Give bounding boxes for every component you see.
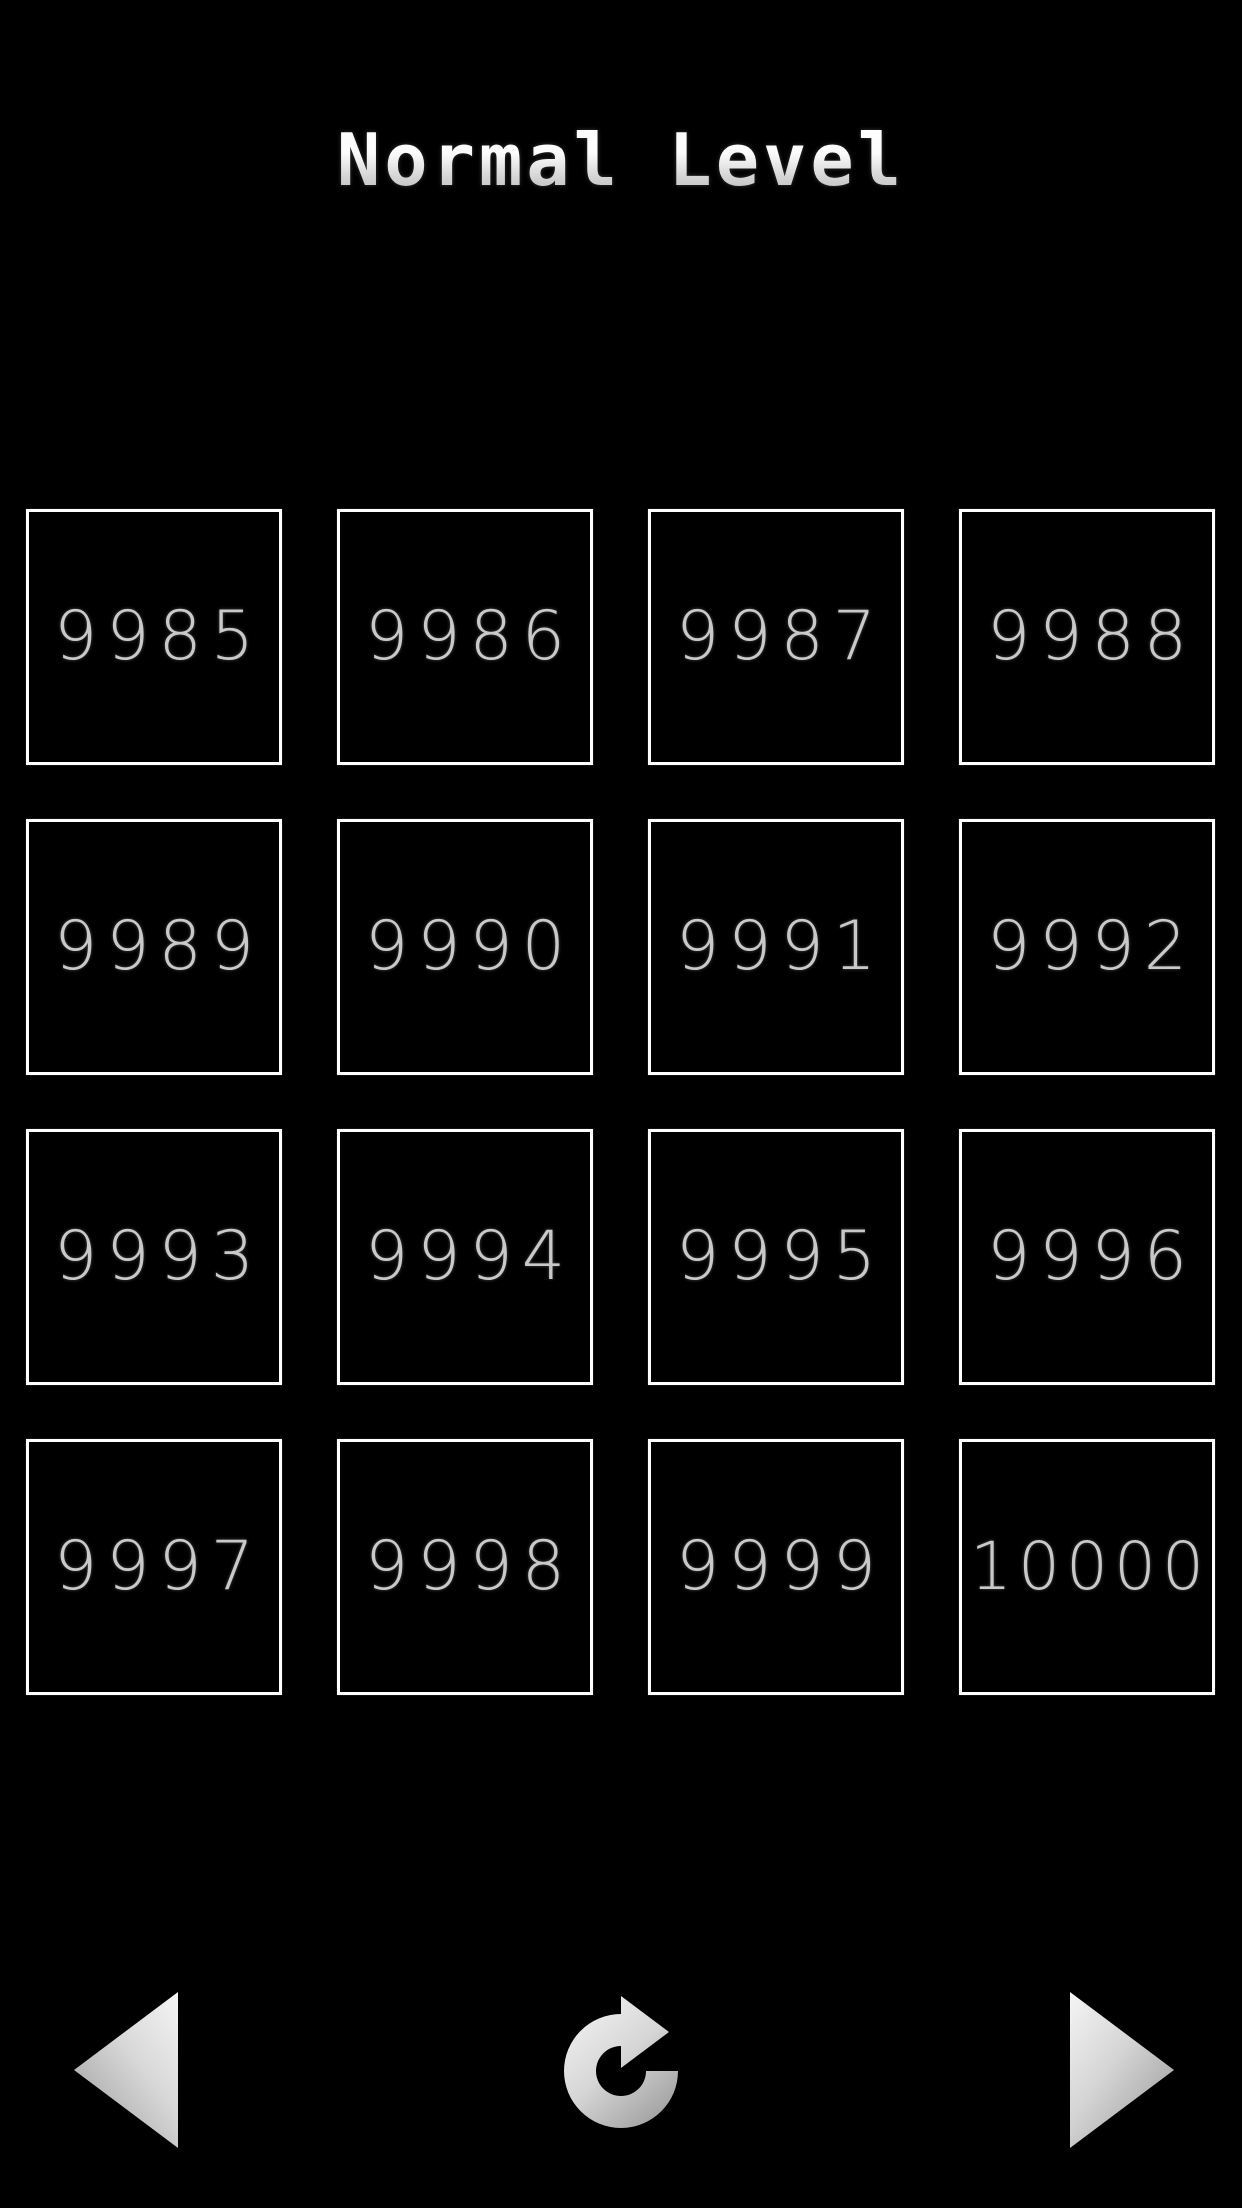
level-button[interactable]: 9989 — [26, 819, 282, 1075]
level-number-label: 9988 — [986, 597, 1197, 676]
page-title-container: Normal Level — [0, 118, 1242, 202]
level-number-label: 9993 — [53, 1217, 264, 1296]
triangle-left-icon — [73, 1992, 178, 2148]
level-button[interactable]: 9987 — [648, 509, 904, 765]
refresh-clockwise-icon — [563, 1996, 678, 2128]
level-number-label: 9997 — [53, 1527, 264, 1606]
level-button[interactable]: 9996 — [959, 1129, 1215, 1385]
page-title: Normal Level — [336, 118, 906, 202]
level-button[interactable]: 9986 — [337, 509, 593, 765]
level-button[interactable]: 9991 — [648, 819, 904, 1075]
level-number-label: 9989 — [53, 907, 264, 986]
reload-page-button[interactable] — [513, 1965, 728, 2175]
level-number-label: 9996 — [986, 1217, 1197, 1296]
triangle-right-icon — [1069, 1992, 1174, 2148]
level-number-label: 9990 — [364, 907, 575, 986]
level-number-label: 9998 — [364, 1527, 575, 1606]
level-button[interactable]: 9994 — [337, 1129, 593, 1385]
level-grid: 9985 9986 9987 9988 9989 9990 9991 9992 … — [26, 509, 1216, 1695]
level-button[interactable]: 9988 — [959, 509, 1215, 765]
level-number-label: 9985 — [53, 597, 264, 676]
level-button[interactable]: 9995 — [648, 1129, 904, 1385]
level-button[interactable]: 9993 — [26, 1129, 282, 1385]
level-number-label: 9999 — [675, 1527, 886, 1606]
previous-page-button[interactable] — [20, 1965, 235, 2175]
level-button[interactable]: 9992 — [959, 819, 1215, 1075]
level-button[interactable]: 9997 — [26, 1439, 282, 1695]
level-number-label: 9992 — [986, 907, 1197, 986]
level-number-label: 9987 — [675, 597, 886, 676]
next-page-button[interactable] — [1012, 1965, 1227, 2175]
level-number-label: 9994 — [364, 1217, 575, 1296]
level-number-label: 9995 — [675, 1217, 886, 1296]
level-button[interactable]: 9985 — [26, 509, 282, 765]
level-number-label: 9991 — [675, 907, 886, 986]
level-number-label: 9986 — [364, 597, 575, 676]
level-button[interactable]: 10000 — [959, 1439, 1215, 1695]
level-number-label: 10000 — [970, 1528, 1210, 1605]
bottom-navigation-bar — [0, 1965, 1242, 2175]
level-button[interactable]: 9990 — [337, 819, 593, 1075]
level-button[interactable]: 9999 — [648, 1439, 904, 1695]
level-select-screen: Normal Level 9985 9986 9987 9988 9989 99… — [0, 0, 1242, 2208]
level-button[interactable]: 9998 — [337, 1439, 593, 1695]
